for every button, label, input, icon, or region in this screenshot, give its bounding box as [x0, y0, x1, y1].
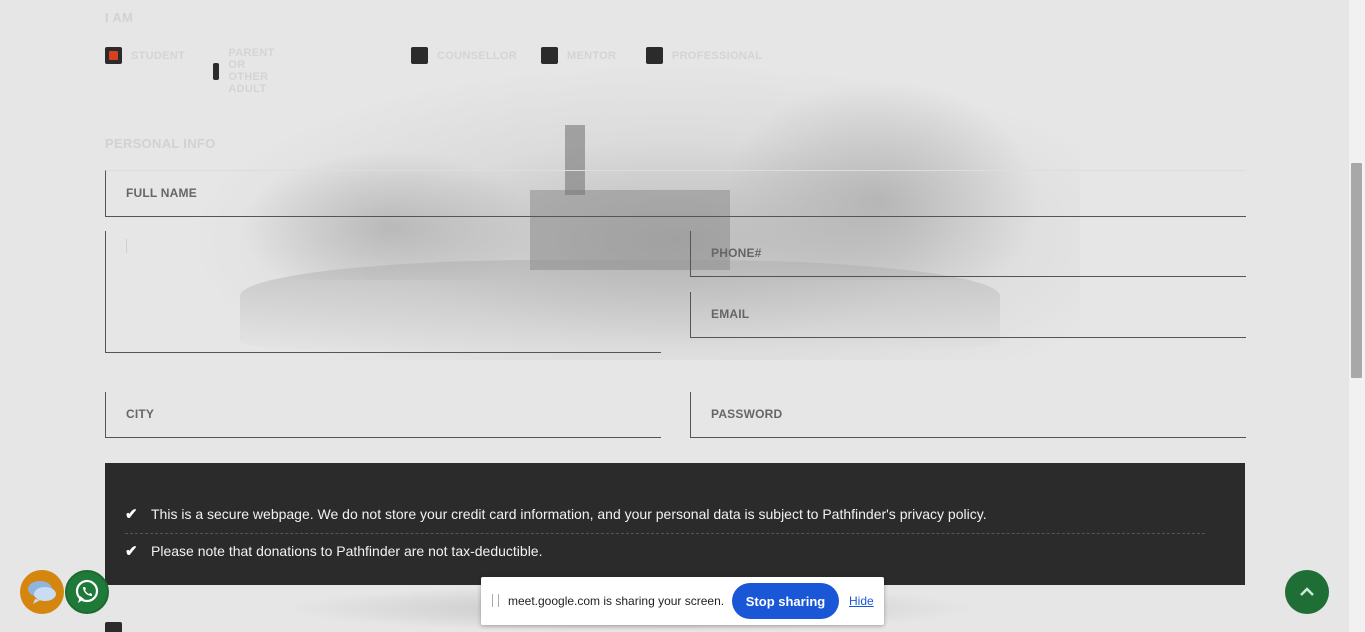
- role-section-label: I AM: [105, 10, 134, 25]
- checkbox-box[interactable]: [541, 47, 558, 64]
- city-field[interactable]: CITY: [105, 392, 661, 438]
- checkbox-label: COUNSELLOR: [437, 49, 517, 62]
- email-placeholder: EMAIL: [711, 307, 750, 321]
- checkbox-label: PARENT OR OTHER ADULT: [228, 47, 275, 95]
- chat-button[interactable]: [20, 570, 64, 614]
- scrollbar-thumb[interactable]: [1351, 163, 1362, 378]
- stop-sharing-button[interactable]: Stop sharing: [732, 583, 839, 619]
- back-to-top-button[interactable]: [1285, 570, 1329, 614]
- personal-info-label: PERSONAL INFO: [105, 136, 216, 151]
- notice-text: This is a secure webpage. We do not stor…: [151, 506, 987, 522]
- checkbox-box[interactable]: [213, 62, 220, 80]
- terms-checkbox[interactable]: [105, 622, 122, 632]
- notice-divider: [125, 533, 1205, 534]
- role-checkbox-counsellor[interactable]: COUNSELLOR: [411, 47, 517, 64]
- drag-handle[interactable]: [492, 594, 499, 607]
- chat-bubbles-icon: [28, 581, 56, 604]
- role-checkbox-professional[interactable]: PROFESSIONAL: [646, 47, 762, 64]
- page-scrollbar[interactable]: [1349, 0, 1365, 632]
- whatsapp-icon: [75, 579, 99, 603]
- role-checkbox-student[interactable]: STUDENT: [105, 47, 185, 64]
- phone-placeholder: PHONE#: [711, 246, 762, 260]
- address-textarea[interactable]: [105, 231, 661, 353]
- checkbox-box[interactable]: [411, 47, 428, 64]
- full-name-placeholder: FULL NAME: [126, 186, 197, 200]
- secure-notice-box: ✔ This is a secure webpage. We do not st…: [105, 463, 1245, 585]
- phone-field[interactable]: PHONE#: [690, 231, 1246, 277]
- notice-line-secure: ✔ This is a secure webpage. We do not st…: [125, 505, 1205, 523]
- screen-share-bar: meet.google.com is sharing your screen. …: [481, 577, 884, 625]
- checkbox-box[interactable]: [105, 47, 122, 64]
- checkmark-icon: ✔: [125, 543, 138, 560]
- checkbox-label: STUDENT: [131, 49, 186, 62]
- notice-text: Please note that donations to Pathfinder…: [151, 543, 543, 559]
- password-placeholder: PASSWORD: [711, 407, 783, 421]
- registration-page: I AM STUDENT PARENT OR OTHER ADULT COUNS…: [0, 0, 1349, 632]
- whatsapp-button[interactable]: [65, 570, 109, 614]
- checkbox-box[interactable]: [646, 47, 663, 64]
- email-field[interactable]: EMAIL: [690, 292, 1246, 338]
- password-field[interactable]: PASSWORD: [690, 392, 1246, 438]
- city-placeholder: CITY: [126, 407, 155, 421]
- chevron-up-icon: [1300, 587, 1314, 596]
- hide-link[interactable]: Hide: [849, 594, 874, 608]
- notice-line-tax: ✔ Please note that donations to Pathfind…: [125, 542, 1205, 560]
- checkbox-label: PROFESSIONAL: [672, 49, 763, 62]
- role-checkbox-mentor[interactable]: MENTOR: [541, 47, 616, 64]
- checkmark-icon: ✔: [125, 506, 138, 523]
- full-name-field[interactable]: FULL NAME: [105, 170, 1246, 217]
- role-checkbox-parent[interactable]: PARENT OR OTHER ADULT: [213, 47, 285, 95]
- share-message: meet.google.com is sharing your screen.: [508, 594, 725, 608]
- checkbox-label: MENTOR: [567, 49, 617, 62]
- text-caret: [126, 239, 127, 253]
